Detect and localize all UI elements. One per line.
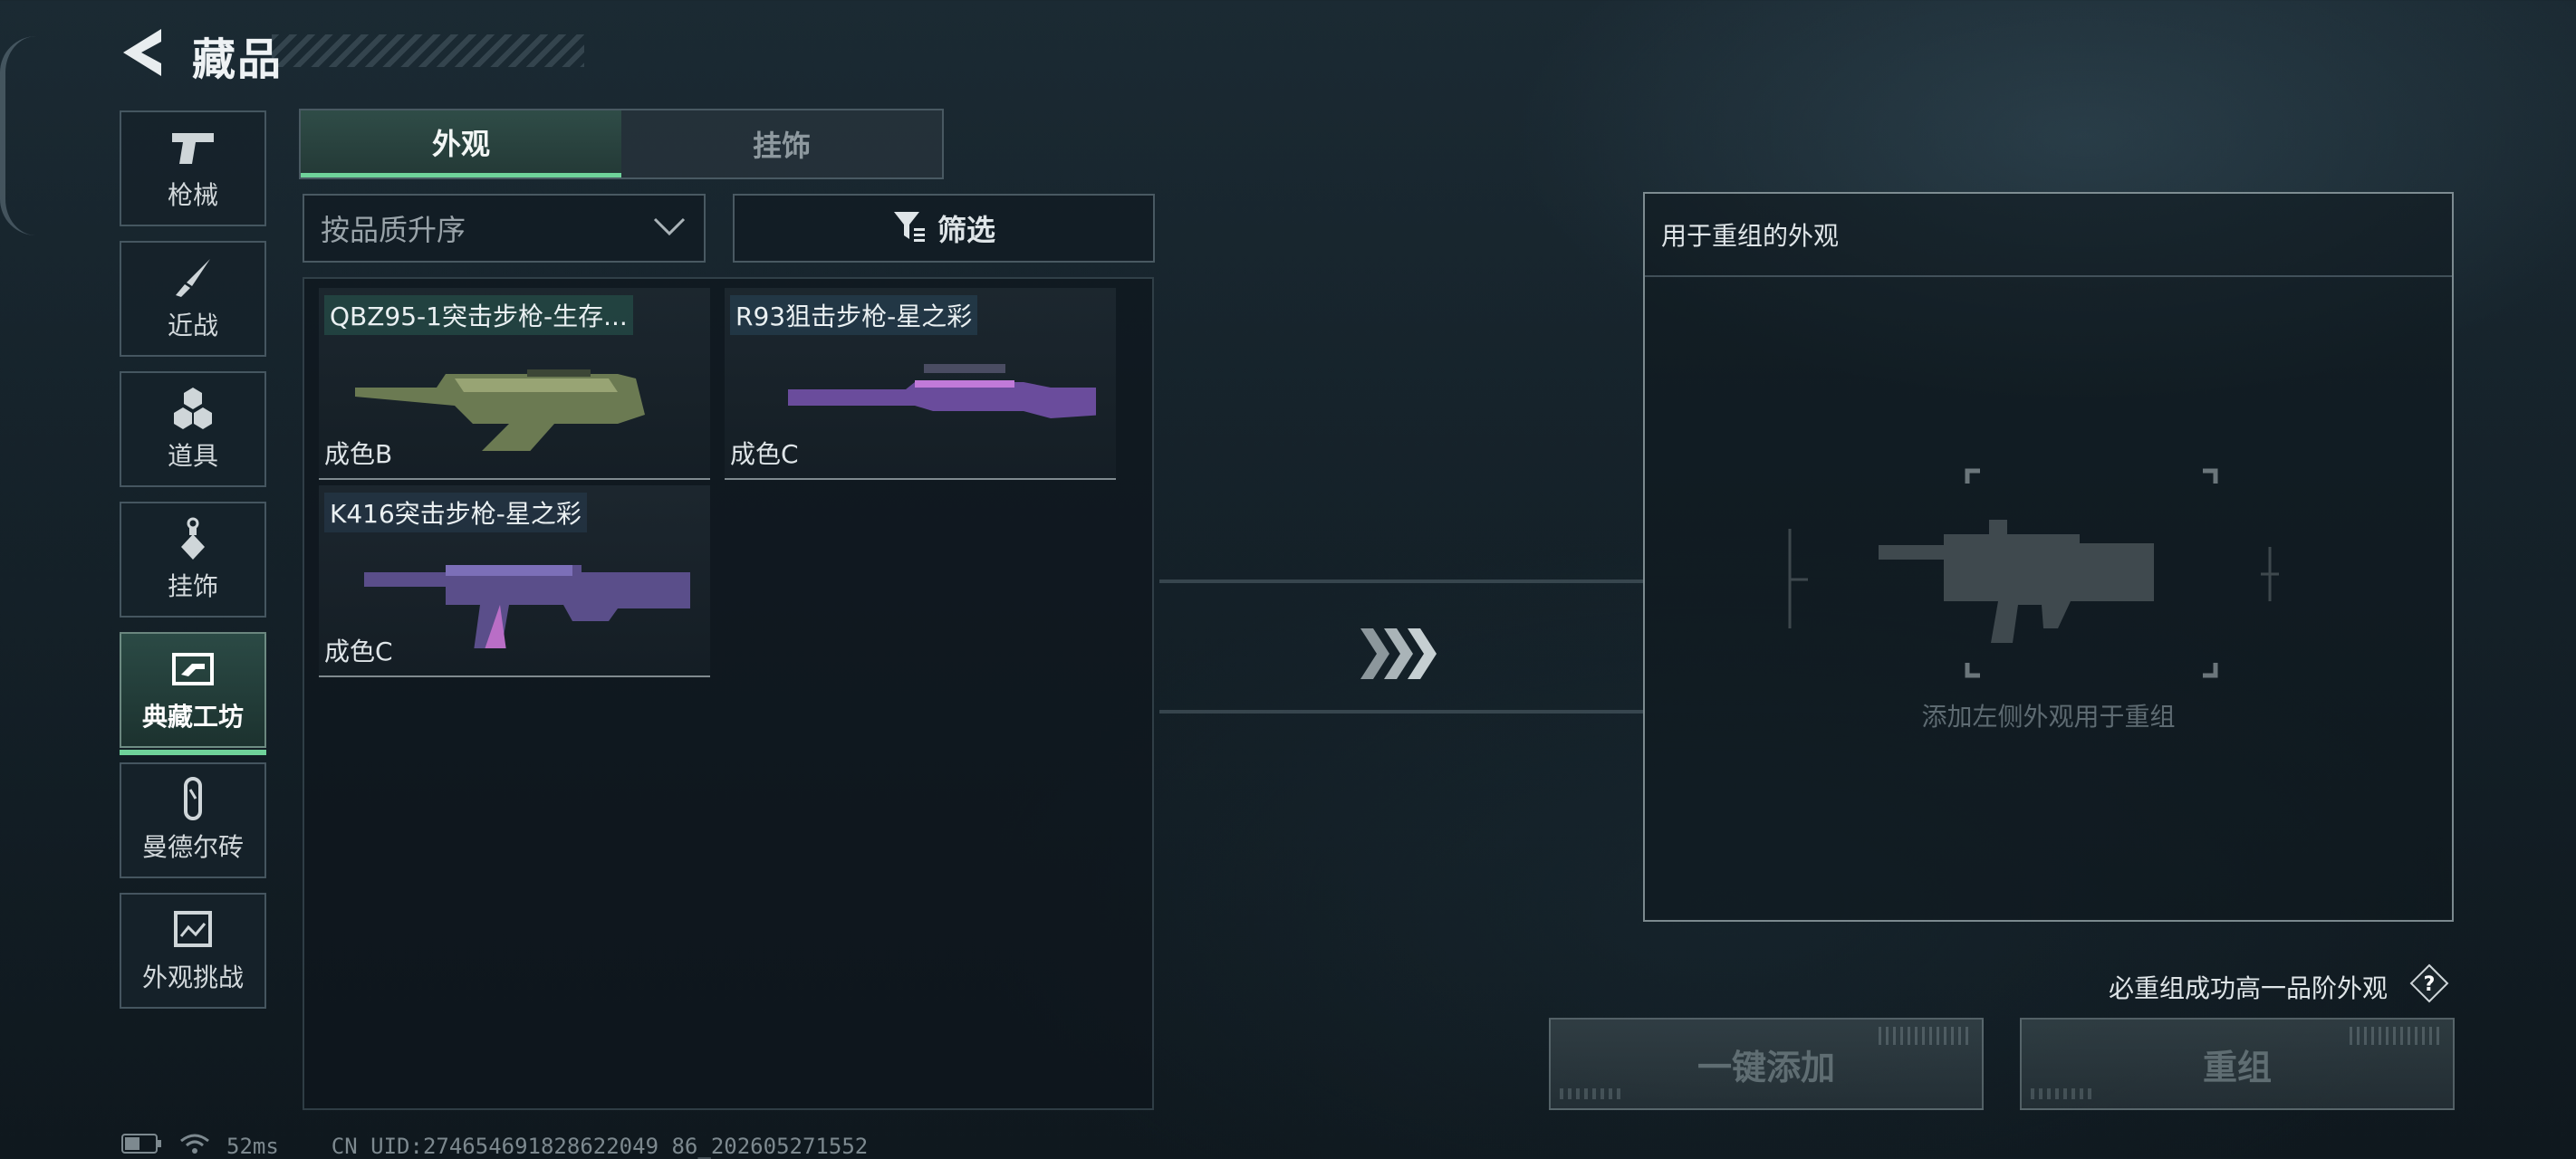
rifle-k416-image bbox=[364, 565, 690, 648]
button-decoration bbox=[1560, 1088, 1623, 1099]
item-card[interactable]: QBZ95-1突击步枪-生存... 成色B bbox=[319, 288, 710, 480]
tab-charms[interactable]: 挂饰 bbox=[621, 110, 942, 177]
tab-bar: 外观 挂饰 bbox=[299, 109, 944, 179]
wifi-icon bbox=[179, 1132, 210, 1159]
recombine-button[interactable]: 重组 bbox=[2020, 1018, 2455, 1110]
back-arrow-icon[interactable] bbox=[120, 27, 165, 78]
recombine-header: 用于重组的外观 bbox=[1645, 194, 2452, 277]
ping-value: 52ms bbox=[226, 1134, 279, 1159]
guarantee-text: 必重组成功高一品阶外观 bbox=[2109, 973, 2389, 1003]
one-click-add-button[interactable]: 一键添加 bbox=[1549, 1018, 1984, 1110]
category-mandel-brick[interactable]: 曼德尔砖 bbox=[120, 762, 266, 878]
page-title: 藏品 bbox=[192, 34, 284, 85]
button-label: 一键添加 bbox=[1697, 1047, 1835, 1087]
button-decoration bbox=[2031, 1088, 2094, 1099]
button-decoration bbox=[1879, 1027, 1969, 1045]
sort-value: 按品质升序 bbox=[321, 213, 466, 247]
challenge-icon bbox=[168, 907, 217, 953]
item-name: QBZ95-1突击步枪-生存... bbox=[324, 295, 633, 335]
category-items[interactable]: 道具 bbox=[120, 371, 266, 487]
button-decoration bbox=[2350, 1027, 2440, 1045]
uid-text: CN UID:274654691828622049 86_20260527155… bbox=[331, 1134, 869, 1159]
pistol-icon bbox=[168, 125, 217, 170]
item-grade: 成色C bbox=[324, 637, 393, 666]
edge-decoration bbox=[0, 36, 36, 235]
filter-label: 筛选 bbox=[937, 213, 995, 247]
button-label: 重组 bbox=[2202, 1047, 2272, 1087]
rifle-placeholder-icon bbox=[1788, 468, 2279, 678]
help-icon[interactable]: ? bbox=[2409, 963, 2449, 1003]
category-label: 曼德尔砖 bbox=[141, 832, 244, 862]
charm-icon bbox=[168, 516, 217, 561]
connector-line bbox=[1159, 710, 1643, 714]
sort-dropdown[interactable]: 按品质升序 bbox=[303, 194, 706, 263]
item-name: R93狙击步枪-星之彩 bbox=[730, 295, 978, 335]
card-divider bbox=[319, 478, 710, 480]
brick-icon bbox=[168, 777, 217, 822]
card-divider bbox=[319, 675, 710, 677]
svg-text:?: ? bbox=[2424, 973, 2436, 996]
category-skin-challenge[interactable]: 外观挑战 bbox=[120, 893, 266, 1009]
category-label: 道具 bbox=[167, 441, 218, 471]
rifle-r93-image bbox=[788, 364, 1096, 418]
category-label: 挂饰 bbox=[167, 571, 218, 601]
placeholder-text: 添加左侧外观用于重组 bbox=[1921, 702, 2176, 732]
triple-chevron-right-icon bbox=[1359, 625, 1440, 686]
title-stripes-decoration bbox=[272, 34, 584, 67]
status-bar: 52ms CN UID:274654691828622049 86_202605… bbox=[121, 1132, 868, 1159]
item-card[interactable]: R93狙击步枪-星之彩 成色C bbox=[725, 288, 1116, 480]
connector-line bbox=[1159, 580, 1643, 583]
chevron-down-icon bbox=[651, 216, 687, 241]
item-name: K416突击步枪-星之彩 bbox=[324, 493, 587, 532]
category-workshop[interactable]: 典藏工坊 bbox=[120, 632, 266, 755]
recombine-panel: 用于重组的外观 添加左侧外观用于重组 bbox=[1643, 192, 2454, 922]
category-charms[interactable]: 挂饰 bbox=[120, 502, 266, 618]
category-label: 枪械 bbox=[167, 180, 218, 210]
item-card[interactable]: K416突击步枪-星之彩 成色C bbox=[319, 485, 710, 677]
item-grade: 成色C bbox=[730, 439, 799, 469]
rifle-qbz95-image bbox=[355, 369, 645, 451]
grenades-icon bbox=[168, 386, 217, 431]
category-label: 近战 bbox=[167, 311, 218, 340]
knife-icon bbox=[168, 255, 217, 301]
item-grade: 成色B bbox=[324, 439, 393, 469]
category-melee[interactable]: 近战 bbox=[120, 241, 266, 357]
card-divider bbox=[725, 478, 1116, 480]
category-label: 典藏工坊 bbox=[141, 702, 244, 732]
workshop-icon bbox=[168, 647, 217, 692]
battery-icon bbox=[121, 1134, 163, 1159]
category-guns[interactable]: 枪械 bbox=[120, 110, 266, 226]
category-label: 外观挑战 bbox=[141, 963, 244, 992]
filter-icon bbox=[892, 210, 927, 246]
filter-button[interactable]: 筛选 bbox=[733, 194, 1155, 263]
tab-appearance[interactable]: 外观 bbox=[301, 110, 621, 177]
